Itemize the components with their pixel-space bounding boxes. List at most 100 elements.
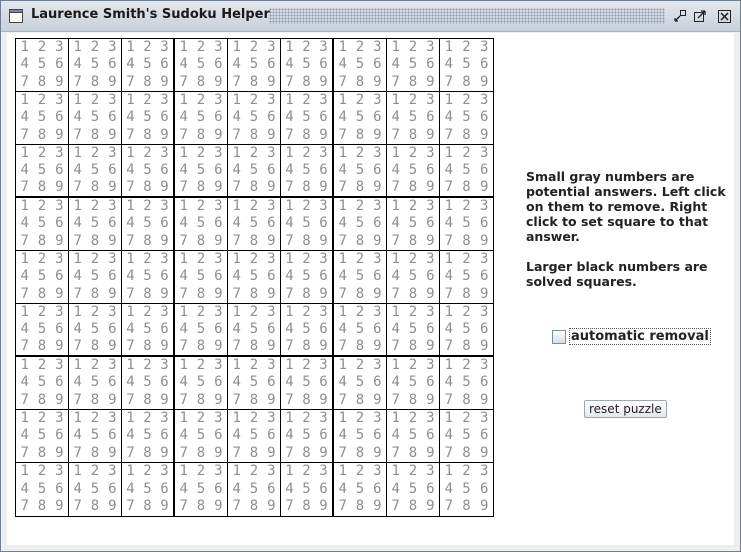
candidate-digit[interactable]: 9 [422,445,439,462]
candidate-digit[interactable]: 1 [175,198,192,215]
sudoku-cell[interactable]: 123456789 [281,251,334,304]
candidate-digit[interactable]: 4 [69,215,86,232]
candidate-digit[interactable]: 3 [315,410,332,427]
candidate-digit[interactable]: 1 [122,304,139,321]
candidate-digit[interactable]: 6 [210,427,227,444]
candidate-digit[interactable]: 4 [281,109,298,126]
candidate-digit[interactable]: 1 [387,304,404,321]
candidate-digit[interactable]: 7 [175,233,192,250]
candidate-digit[interactable]: 4 [175,109,192,126]
candidate-digit[interactable]: 4 [228,321,245,338]
candidate-digit[interactable]: 3 [51,198,68,215]
candidate-digit[interactable]: 7 [334,127,351,144]
candidate-digit[interactable]: 3 [369,198,386,215]
candidate-digit[interactable]: 7 [440,445,458,462]
candidate-digit[interactable]: 7 [440,179,458,196]
candidate-digit[interactable]: 6 [51,481,68,499]
candidate-digit[interactable]: 6 [104,321,121,338]
candidate-digit[interactable]: 3 [369,145,386,162]
candidate-digit[interactable]: 5 [192,162,209,179]
sudoku-cell[interactable]: 123456789 [334,92,387,145]
candidate-digit[interactable]: 5 [458,321,476,338]
candidate-digit[interactable]: 4 [387,215,404,232]
candidate-digit[interactable]: 7 [334,286,351,303]
candidate-digit[interactable]: 8 [404,338,421,355]
candidate-digit[interactable]: 8 [351,445,368,462]
candidate-digit[interactable]: 8 [458,233,476,250]
candidate-digit[interactable]: 5 [33,215,50,232]
sudoku-cell[interactable]: 123456789 [175,357,228,410]
candidate-digit[interactable]: 9 [315,498,332,516]
candidate-digit[interactable]: 2 [404,145,421,162]
candidate-digit[interactable]: 8 [192,392,209,409]
candidate-digit[interactable]: 9 [210,233,227,250]
sudoku-cell[interactable]: 123456789 [281,145,334,198]
candidate-digit[interactable]: 4 [16,162,33,179]
candidate-digit[interactable]: 4 [16,56,33,73]
sudoku-cell[interactable]: 123456789 [228,410,281,463]
candidate-digit[interactable]: 2 [458,251,476,268]
candidate-digit[interactable]: 2 [139,92,156,109]
candidate-digit[interactable]: 8 [298,338,315,355]
candidate-digit[interactable]: 4 [281,374,298,391]
candidate-digit[interactable]: 6 [104,374,121,391]
candidate-digit[interactable]: 8 [33,127,50,144]
candidate-digit[interactable]: 9 [369,74,386,91]
sudoku-cell[interactable]: 123456789 [281,463,334,516]
sudoku-cell[interactable]: 123456789 [440,463,493,516]
candidate-digit[interactable]: 9 [475,286,493,303]
candidate-digit[interactable]: 7 [122,445,139,462]
candidate-digit[interactable]: 5 [404,427,421,444]
candidate-digit[interactable]: 8 [298,445,315,462]
candidate-digit[interactable]: 2 [139,463,156,481]
candidate-digit[interactable]: 2 [298,39,315,56]
candidate-digit[interactable]: 5 [33,56,50,73]
candidate-digit[interactable]: 6 [422,109,439,126]
candidate-digit[interactable]: 3 [263,410,280,427]
candidate-digit[interactable]: 7 [281,392,298,409]
candidate-digit[interactable]: 7 [387,392,404,409]
sudoku-cell[interactable]: 123456789 [16,357,69,410]
candidate-digit[interactable]: 2 [33,251,50,268]
candidate-digit[interactable]: 5 [139,215,156,232]
sudoku-cell[interactable]: 123456789 [440,145,493,198]
candidate-digit[interactable]: 8 [245,338,262,355]
candidate-digit[interactable]: 3 [210,198,227,215]
candidate-digit[interactable]: 4 [281,56,298,73]
candidate-digit[interactable]: 8 [245,74,262,91]
candidate-digit[interactable]: 7 [16,179,33,196]
candidate-digit[interactable]: 8 [458,179,476,196]
candidate-digit[interactable]: 8 [351,338,368,355]
sudoku-cell[interactable]: 123456789 [387,198,440,251]
candidate-digit[interactable]: 3 [210,410,227,427]
sudoku-cell[interactable]: 123456789 [122,198,175,251]
candidate-digit[interactable]: 6 [51,162,68,179]
sudoku-cell[interactable]: 123456789 [175,145,228,198]
sudoku-cell[interactable]: 123456789 [122,410,175,463]
candidate-digit[interactable]: 4 [16,109,33,126]
candidate-digit[interactable]: 4 [387,109,404,126]
candidate-digit[interactable]: 4 [334,109,351,126]
sudoku-cell[interactable]: 123456789 [228,198,281,251]
candidate-digit[interactable]: 4 [228,162,245,179]
candidate-digit[interactable]: 4 [334,215,351,232]
candidate-digit[interactable]: 5 [245,427,262,444]
candidate-digit[interactable]: 7 [387,74,404,91]
candidate-digit[interactable]: 5 [458,374,476,391]
candidate-digit[interactable]: 8 [351,392,368,409]
candidate-digit[interactable]: 6 [263,109,280,126]
sudoku-cell[interactable]: 123456789 [175,92,228,145]
candidate-digit[interactable]: 3 [475,251,493,268]
candidate-digit[interactable]: 3 [263,198,280,215]
candidate-digit[interactable]: 2 [458,198,476,215]
candidate-digit[interactable]: 3 [369,39,386,56]
candidate-digit[interactable]: 8 [351,286,368,303]
candidate-digit[interactable]: 9 [104,127,121,144]
sudoku-cell[interactable]: 123456789 [281,198,334,251]
candidate-digit[interactable]: 4 [334,374,351,391]
sudoku-cell[interactable]: 123456789 [334,357,387,410]
candidate-digit[interactable]: 2 [404,357,421,374]
candidate-digit[interactable]: 6 [369,268,386,285]
candidate-digit[interactable]: 6 [475,481,493,499]
candidate-digit[interactable]: 8 [33,233,50,250]
